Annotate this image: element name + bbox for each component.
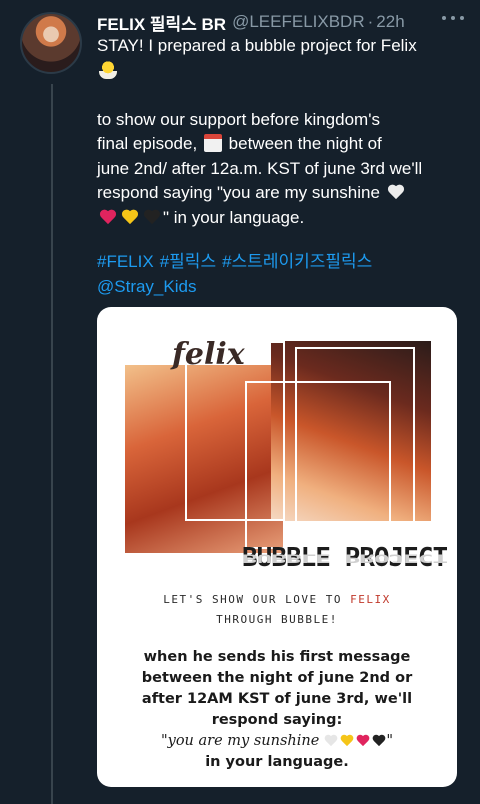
tweet-line-2b: final episode, <box>97 134 198 153</box>
black-heart-icon <box>143 210 161 226</box>
hatching-chick-icon <box>99 60 117 79</box>
tweet-line-2a: to show our support before kingdom's <box>97 109 380 129</box>
hashtag-list: #FELIX #필릭스 #스트레이키즈필릭스 @Stray_Kids <box>97 250 467 299</box>
yellow-heart-icon <box>121 210 139 226</box>
hashtag-felix[interactable]: #FELIX <box>97 252 154 271</box>
timestamp[interactable]: 22h <box>376 12 404 32</box>
mention-stray-kids[interactable]: @Stray_Kids <box>97 277 196 296</box>
poster-hearts <box>324 735 386 747</box>
poster-msg-2: between the night of june 2nd or <box>141 670 413 686</box>
tweet-image[interactable]: felix BUBBLE PROJECT BUBBLE PROJECT LET'… <box>97 307 457 787</box>
poster-tagline-2: THROUGH BUBBLE! <box>216 613 338 626</box>
tagline-text: LET'S SHOW OUR LOVE TO <box>163 593 351 606</box>
white-heart-icon <box>324 735 338 747</box>
poster-message: when he sends his first message between … <box>97 647 457 773</box>
tweet-line-3: june 2nd/ after 12a.m. KST of june 3rd w… <box>97 158 423 178</box>
poster-tagline-1: LET'S SHOW OUR LOVE TO FELIX <box>97 593 457 606</box>
poster-msg-3: after 12AM KST of june 3rd, we'll <box>141 691 413 707</box>
yellow-heart-icon <box>340 735 354 747</box>
poster-photos <box>125 341 431 557</box>
tweet-line-5: " in your language. <box>163 207 305 227</box>
tweet-header: FELIX 필릭스 BR @LEEFELIXBDR · 22h <box>97 10 464 34</box>
tweet-line-1: STAY! I prepared a bubble project for Fe… <box>97 36 417 55</box>
black-heart-icon <box>372 735 386 747</box>
thread-line <box>51 84 53 804</box>
frame-line <box>295 347 415 557</box>
hashtag-felix-korean[interactable]: #필릭스 <box>160 252 216 271</box>
poster-msg-4: respond saying: <box>211 712 343 728</box>
poster-msg-quote: "you are my sunshine <box>160 733 320 749</box>
poster-msg-6: in your language. <box>205 754 349 770</box>
separator: · <box>367 12 374 31</box>
poster-msg-quote-end: " <box>386 733 394 749</box>
white-heart-icon <box>387 185 405 201</box>
red-heart-icon <box>99 210 117 226</box>
tweet-line-2c: between the night of <box>228 134 382 153</box>
poster-msg-1: when he sends his first message <box>143 649 411 665</box>
avatar[interactable] <box>20 12 82 74</box>
poster-title-reflection: BUBBLE PROJECT <box>242 551 448 566</box>
red-heart-icon <box>356 735 370 747</box>
more-horizontal-icon[interactable] <box>442 12 464 24</box>
user-handle[interactable]: @LEEFELIXBDR <box>232 12 365 32</box>
display-name[interactable]: FELIX 필릭스 BR <box>97 10 226 35</box>
hashtag-straykids-felix[interactable]: #스트레이키즈필릭스 <box>222 252 372 271</box>
tweet-text: STAY! I prepared a bubble project for Fe… <box>97 34 467 230</box>
tweet-line-4: respond saying "you are my sunshine <box>97 183 380 202</box>
tagline-accent: FELIX <box>350 593 391 606</box>
poster-script-name: felix <box>172 337 245 372</box>
calendar-icon <box>203 134 222 152</box>
